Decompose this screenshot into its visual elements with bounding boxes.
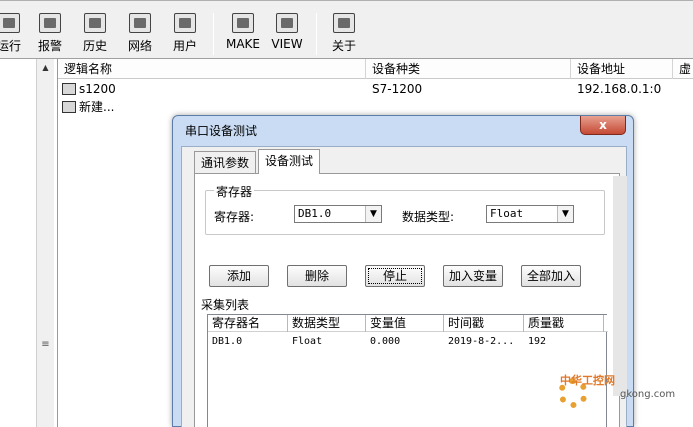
toolbar-history-label: 历史 <box>82 39 107 53</box>
device-list-header: 逻辑名称 设备种类 设备地址 虚 <box>58 59 693 79</box>
toolbar-network-button[interactable]: 网络 <box>127 13 153 57</box>
chevron-down-icon[interactable]: ▼ <box>365 206 381 222</box>
grid-cell-register: DB1.0 <box>212 336 243 347</box>
add-variable-button[interactable]: 加入变量 <box>443 265 503 287</box>
new-device-row[interactable]: 新建... <box>58 98 693 116</box>
register-select-value: DB1.0 <box>298 207 332 220</box>
device-test-panel: 寄存器 寄存器: DB1.0 ▼ 数据类型: Float ▼ 添加 删除 停止 … <box>194 173 620 427</box>
register-label: 寄存器: <box>214 210 255 224</box>
data-type-label: 数据类型: <box>402 210 455 224</box>
toolbar-make-label: MAKE <box>225 37 260 51</box>
view-icon <box>276 13 298 33</box>
toolbar-network-label: 网络 <box>127 39 152 53</box>
device-name: s1200 <box>79 82 116 96</box>
grid-cell-timestamp: 2019-8-2... <box>448 336 515 347</box>
toolbar-history-button[interactable]: 历史 <box>82 13 108 57</box>
grid-col-timestamp[interactable]: 时间戳 <box>444 315 524 332</box>
toolbar-view-label: VIEW <box>271 37 303 51</box>
device-icon <box>62 101 76 113</box>
tree-scrollbar[interactable]: ▲ ≡ <box>36 59 54 427</box>
collection-list-label: 采集列表 <box>201 298 250 312</box>
toolbar-user-label: 用户 <box>172 39 197 53</box>
toolbar-run-label: 运行 <box>0 39 21 53</box>
register-group-title: 寄存器 <box>214 183 255 200</box>
stop-button[interactable]: 停止 <box>365 265 425 287</box>
toolbar-user-button[interactable]: 用户 <box>172 13 198 57</box>
main-toolbar: 运行 报警 历史 网络 用户 MAKE VIEW 关于 <box>0 0 693 59</box>
grid-col-data-type[interactable]: 数据类型 <box>288 315 366 332</box>
grid-col-value[interactable]: 变量值 <box>366 315 444 332</box>
add-button[interactable]: 添加 <box>209 265 269 287</box>
watermark-text: 中华工控网 <box>560 374 615 387</box>
column-logical-name[interactable]: 逻辑名称 <box>58 59 366 79</box>
toolbar-about-button[interactable]: 关于 <box>331 13 357 57</box>
about-icon <box>333 13 355 33</box>
data-type-select[interactable]: Float ▼ <box>486 205 574 223</box>
network-icon <box>129 13 151 33</box>
grid-col-register[interactable]: 寄存器名 <box>208 315 288 332</box>
toolbar-separator <box>213 13 214 55</box>
run-icon <box>0 13 20 33</box>
history-icon <box>84 13 106 33</box>
toolbar-view-button[interactable]: VIEW <box>270 13 304 57</box>
add-all-button[interactable]: 全部加入 <box>521 265 581 287</box>
make-icon <box>232 13 254 33</box>
scroll-grip-icon[interactable]: ≡ <box>38 339 53 355</box>
new-device-label: 新建... <box>79 100 115 114</box>
toolbar-separator-2 <box>316 13 317 55</box>
user-key-icon <box>174 13 196 33</box>
device-type-cell: S7-1200 <box>372 82 423 96</box>
device-icon <box>62 83 76 95</box>
grid-cell-value: 0.000 <box>370 336 401 347</box>
new-device-cell: 新建... <box>62 98 114 116</box>
toolbar-alarm-label: 报警 <box>37 39 62 53</box>
column-virtual[interactable]: 虚 <box>673 59 693 79</box>
device-name-cell: s1200 <box>62 80 116 98</box>
device-row[interactable]: s1200 S7-1200 192.168.0.1:0 <box>58 80 693 98</box>
tab-communication-params[interactable]: 通讯参数 <box>194 151 257 173</box>
tab-device-test[interactable]: 设备测试 <box>258 149 321 174</box>
dialog-title: 串口设备测试 <box>185 124 258 138</box>
register-groupbox: 寄存器 寄存器: DB1.0 ▼ 数据类型: Float ▼ <box>205 183 605 235</box>
toolbar-run-button[interactable]: 运行 <box>0 13 22 57</box>
device-address-cell: 192.168.0.1:0 <box>577 82 662 96</box>
grid-cell-quality: 192 <box>528 336 547 347</box>
data-type-select-value: Float <box>490 207 524 220</box>
column-device-address[interactable]: 设备地址 <box>571 59 673 79</box>
column-device-type[interactable]: 设备种类 <box>366 59 571 79</box>
toolbar-make-button[interactable]: MAKE <box>225 13 261 57</box>
collection-grid-header: 寄存器名 数据类型 变量值 时间戳 质量戳 <box>208 315 608 332</box>
delete-button[interactable]: 删除 <box>287 265 347 287</box>
toolbar-alarm-button[interactable]: 报警 <box>37 13 63 57</box>
grid-cell-data-type: Float <box>292 336 323 347</box>
dialog-scrollbar[interactable] <box>613 176 627 396</box>
grid-col-quality[interactable]: 质量戳 <box>524 315 604 332</box>
watermark-url: gkong.com <box>620 389 676 400</box>
scroll-up-arrow-icon[interactable]: ▲ <box>37 59 54 76</box>
close-button[interactable]: x <box>580 116 626 135</box>
register-select[interactable]: DB1.0 ▼ <box>294 205 382 223</box>
chevron-down-icon[interactable]: ▼ <box>557 206 573 222</box>
collection-grid[interactable]: 寄存器名 数据类型 变量值 时间戳 质量戳 DB1.0 Float 0.000 … <box>207 314 608 427</box>
alarm-icon <box>39 13 61 33</box>
toolbar-about-label: 关于 <box>331 39 356 53</box>
